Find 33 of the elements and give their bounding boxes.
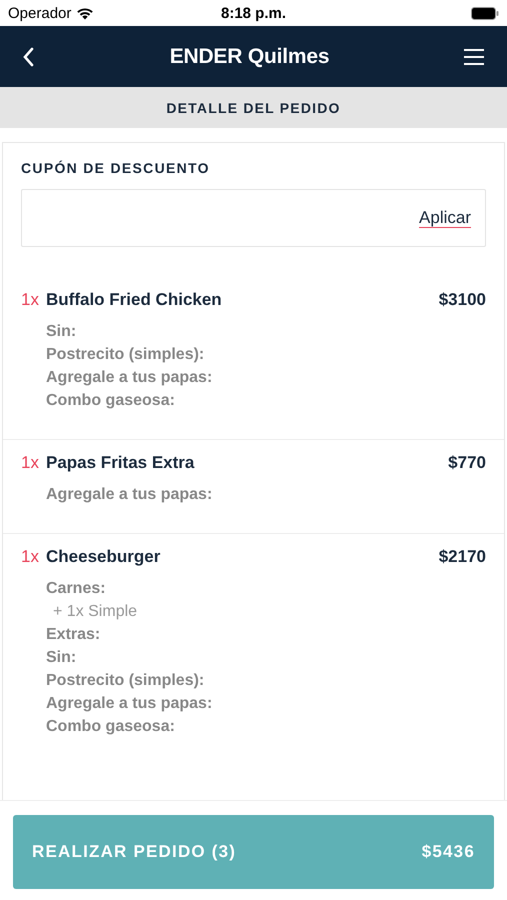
option-group: Combo gaseosa:	[46, 389, 175, 412]
option-group: Sin:	[46, 646, 76, 669]
option-group: Combo gaseosa:	[46, 715, 175, 738]
battery-icon	[471, 6, 499, 20]
item-price: $3100	[438, 290, 486, 310]
option-group: Extras:	[46, 623, 100, 646]
option-group: Postrecito (simples):	[46, 669, 204, 692]
item-price: $2170	[438, 547, 486, 567]
menu-icon	[462, 48, 485, 66]
item-name: Papas Fritas Extra	[46, 453, 194, 473]
item-price: $770	[448, 453, 486, 473]
item-quantity: 1x	[21, 290, 40, 310]
option-group: Carnes:	[46, 577, 106, 600]
item-quantity: 1x	[21, 547, 40, 567]
option-choice: + 1x Simple	[52, 602, 138, 622]
item-quantity: 1x	[21, 453, 40, 473]
option-group: Sin:	[46, 320, 76, 343]
clock-time: 8:18 p.m.	[220, 4, 286, 22]
order-total: $5436	[422, 842, 475, 862]
option-group: Agregale a tus papas:	[46, 483, 212, 506]
option-group: Postrecito (simples):	[46, 343, 204, 366]
wifi-icon	[76, 6, 94, 20]
item-name: Cheeseburger	[46, 547, 160, 567]
option-group: Agregale a tus papas:	[46, 692, 212, 715]
store-title: ENDER Quilmes	[170, 44, 330, 68]
chevron-left-icon	[22, 46, 36, 66]
coupon-label: CUPÓN DE DESCUENTO	[21, 160, 210, 176]
carrier-name: Operador	[8, 4, 72, 22]
item-name: Buffalo Fried Chicken	[46, 290, 222, 310]
apply-link[interactable]: Aplicar	[419, 208, 471, 228]
coupon-field[interactable]: Aplicar	[21, 189, 486, 247]
option-group: Agregale a tus papas:	[46, 366, 212, 389]
section-title: DETALLE DEL PEDIDO	[166, 100, 341, 116]
